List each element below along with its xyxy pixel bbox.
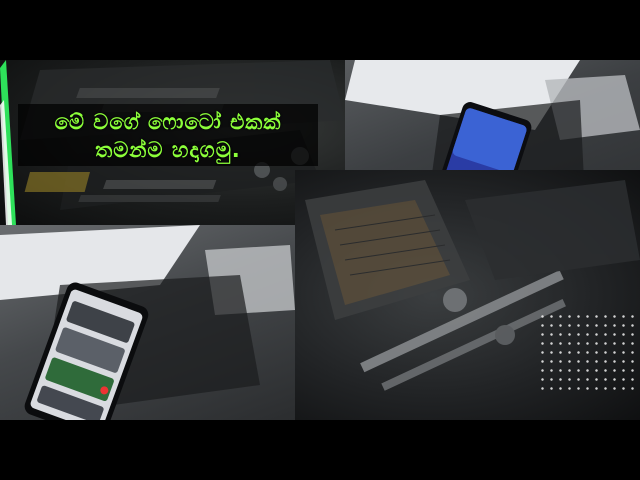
dot-pattern xyxy=(538,312,638,392)
caption-line-1: මේ වගේ ෆොටෝ එකක් xyxy=(54,110,282,134)
smartphone-photo-bottom xyxy=(0,225,295,420)
phone-scene-illustration-2 xyxy=(0,225,295,420)
caption-box: මේ වගේ ෆොටෝ එකක් තමන්ම හදාගමු. xyxy=(18,104,318,166)
thumbnail-frame: මේ වගේ ෆොටෝ එකක් තමන්ම හදාගමු. xyxy=(0,0,640,480)
caption-line-2: තමන්ම හදාගමු. xyxy=(95,138,241,162)
green-accent-stripes xyxy=(0,60,16,225)
